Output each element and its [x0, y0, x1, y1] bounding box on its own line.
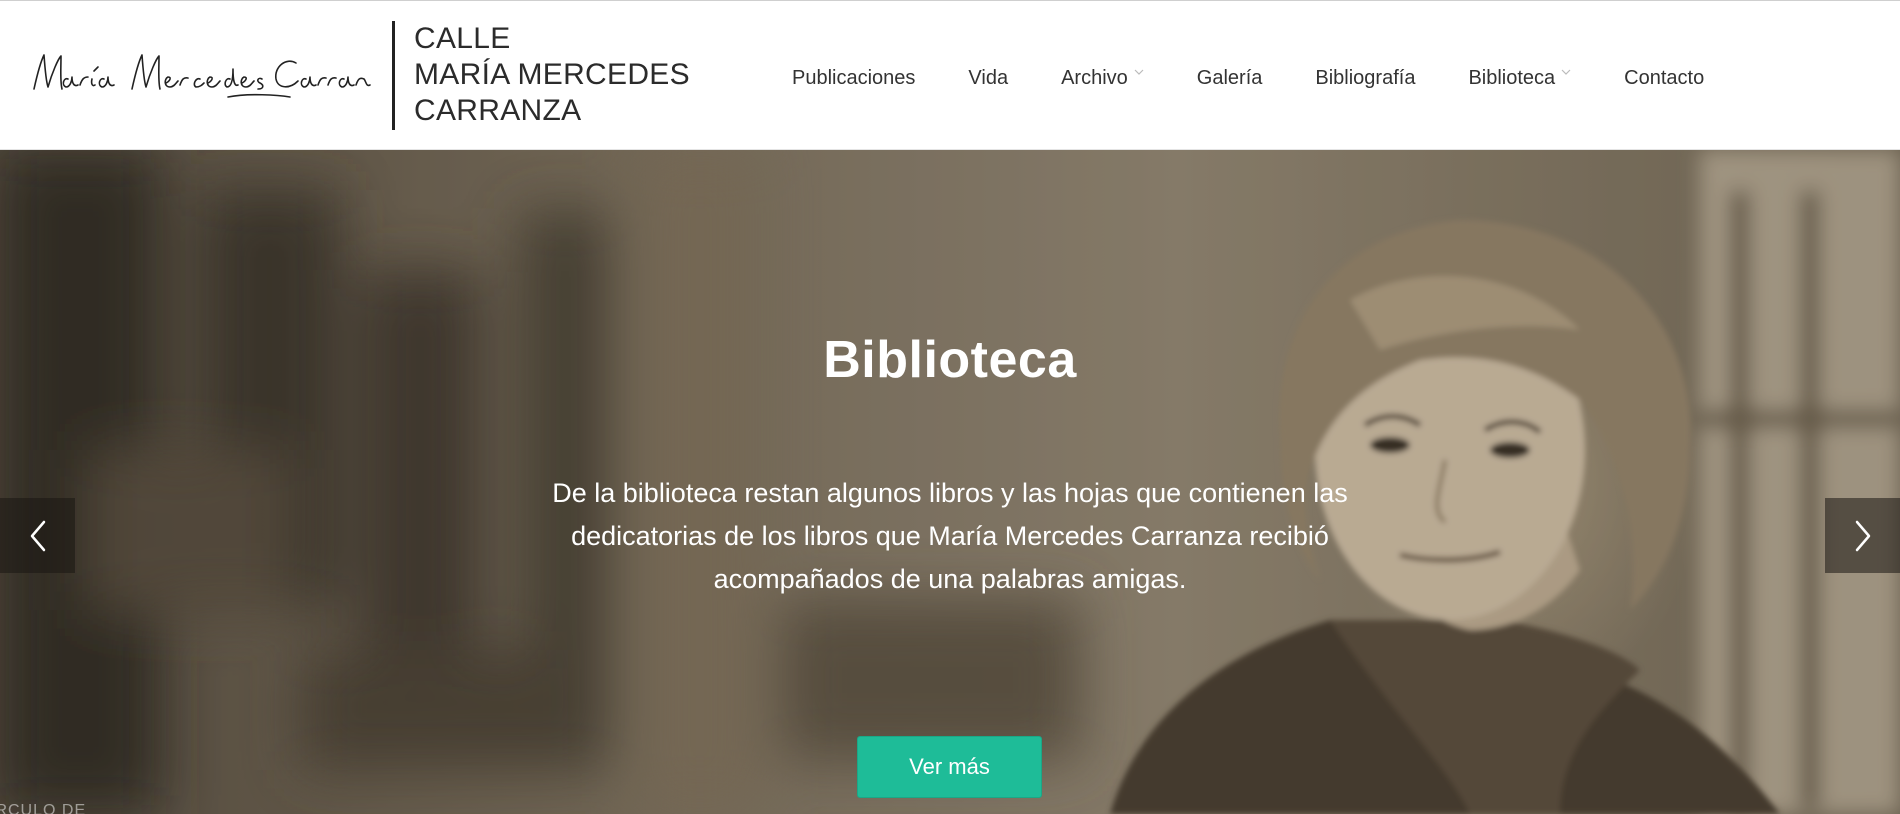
site-title-line-2: MARÍA MERCEDES: [414, 58, 690, 91]
nav-item-label: Galería: [1196, 66, 1263, 89]
chevron-right-icon: [1855, 520, 1870, 551]
partial-caption-text: ÍRCULO DE: [0, 802, 87, 814]
nav-item-galeria[interactable]: Galería: [1197, 61, 1263, 95]
site-title-line-3: CARRANZA: [414, 94, 582, 127]
slider-next-button[interactable]: [1825, 498, 1900, 573]
site-title-line-1: CALLE: [414, 22, 511, 55]
nav-item-biblioteca[interactable]: Biblioteca: [1468, 61, 1571, 95]
slide-title: Biblioteca: [823, 331, 1077, 389]
chevron-down-icon: [1134, 67, 1144, 77]
nav-item-label: Publicaciones: [792, 66, 916, 89]
signature-logo-image: [33, 54, 371, 98]
nav-item-bibliografia[interactable]: Bibliografía: [1315, 61, 1415, 95]
site-title[interactable]: CALLE MARÍA MERCEDES CARRANZA: [414, 21, 744, 129]
main-nav: Publicaciones Vida Archivo Galería Bibli…: [792, 61, 1704, 95]
hero-slider: Biblioteca De la biblioteca restan algun…: [0, 150, 1900, 814]
site-header: CALLE MARÍA MERCEDES CARRANZA Publicacio…: [0, 0, 1900, 154]
nav-item-label: Bibliografía: [1315, 66, 1416, 89]
nav-item-label: Contacto: [1624, 66, 1705, 89]
ver-mas-button[interactable]: Ver más: [857, 736, 1042, 798]
nav-item-archivo[interactable]: Archivo: [1061, 61, 1144, 95]
logo-divider: [392, 21, 395, 130]
nav-item-label: Biblioteca: [1468, 66, 1556, 89]
slide-description: De la biblioteca restan algunos libros y…: [552, 478, 1348, 594]
chevron-left-icon: [30, 520, 45, 551]
nav-item-label: Vida: [968, 66, 1009, 89]
nav-item-label: Archivo: [1061, 66, 1128, 89]
slider-prev-button[interactable]: [0, 498, 75, 573]
nav-item-contacto[interactable]: Contacto: [1624, 61, 1704, 95]
signature-logo[interactable]: [28, 41, 378, 111]
nav-item-publicaciones[interactable]: Publicaciones: [792, 61, 915, 95]
chevron-down-icon: [1561, 67, 1571, 77]
nav-item-vida[interactable]: Vida: [968, 61, 1008, 95]
